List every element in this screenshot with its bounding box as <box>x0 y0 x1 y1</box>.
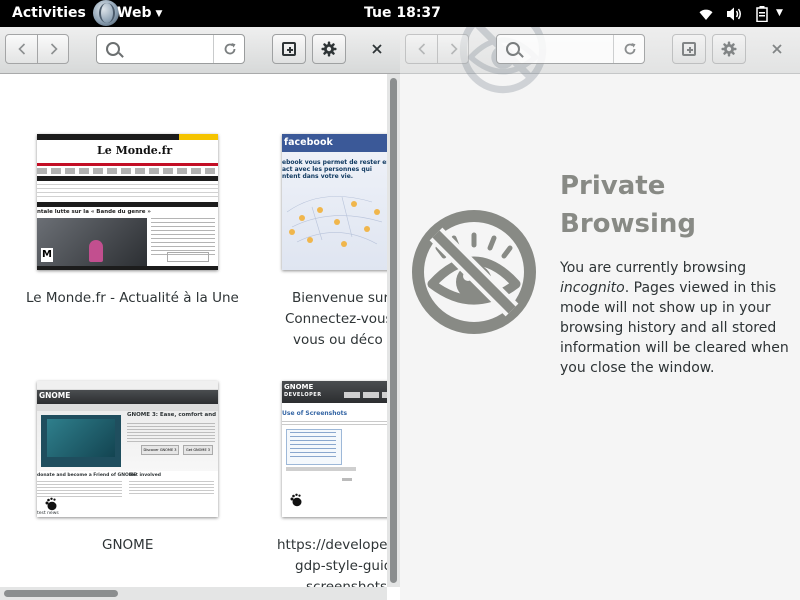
gnome-donate-heading: donate and become a Friend of GNOME <box>37 473 137 478</box>
back-button[interactable] <box>6 35 38 63</box>
scrollbar-thumb[interactable] <box>390 78 397 583</box>
gnome-foot-icon <box>290 493 302 507</box>
gear-icon <box>321 41 337 57</box>
developer-heading: Use of Screenshots <box>282 410 348 417</box>
scrollbar-thumb[interactable] <box>4 590 118 597</box>
facebook-text: ntent dans votre vie. <box>282 173 354 180</box>
close-button[interactable] <box>364 35 390 63</box>
header-bar <box>400 27 800 94</box>
reload-icon <box>624 43 635 55</box>
facebook-logo: facebook <box>284 137 333 148</box>
tile-title[interactable]: GNOME <box>102 535 153 556</box>
forward-button[interactable] <box>38 35 69 63</box>
horizontal-scrollbar[interactable] <box>0 587 387 600</box>
volume-icon[interactable] <box>726 6 744 22</box>
thumbnail-le-monde[interactable]: Le Monde.fr ntale lutte sur la « Bande d… <box>37 134 218 270</box>
tile-title[interactable]: screenshots. <box>306 577 387 587</box>
lemonde-logo: Le Monde.fr <box>97 144 173 157</box>
top-bar: Activities Web ▼ Tue 18:37 ▼ <box>0 0 800 27</box>
gear-icon <box>721 41 737 57</box>
tile-title[interactable]: gdp-style-guid <box>295 556 387 577</box>
private-browsing-description: You are currently browsing incognito. Pa… <box>560 258 792 378</box>
thumbnail-facebook[interactable]: facebook ebook vous permet de rester en … <box>282 134 387 270</box>
private-browsing-title: Private Browsing <box>560 167 760 243</box>
thumbnail-gnome[interactable]: GNOME GNOME 3: Ease, comfort and control… <box>37 381 218 517</box>
lemonde-headline: ntale lutte sur la « Bande du genre » <box>37 209 151 215</box>
gnome-foot-icon <box>45 497 57 511</box>
reload-button[interactable] <box>613 35 645 63</box>
address-bar <box>496 34 645 64</box>
close-icon <box>372 44 382 54</box>
gnome-logo: GNOME <box>39 391 71 400</box>
app-menu-button[interactable]: Web ▼ <box>117 5 162 21</box>
navigation-buttons <box>405 34 469 64</box>
system-menu-chevron-icon[interactable]: ▼ <box>776 8 783 18</box>
gnome-involved-heading: Get involved <box>129 473 161 478</box>
private-browser-window: Private Browsing You are currently brows… <box>400 27 800 600</box>
overview-grid: Le Monde.fr ntale lutte sur la « Bande d… <box>0 74 387 587</box>
wifi-icon[interactable] <box>698 6 714 22</box>
app-menu-label: Web <box>117 5 152 21</box>
activities-button[interactable]: Activities <box>12 5 86 21</box>
address-bar <box>96 34 245 64</box>
back-button[interactable] <box>406 35 438 63</box>
tile-title[interactable]: https://develope <box>277 535 387 556</box>
description-emphasis: incognito <box>560 280 625 296</box>
tile-title[interactable]: Le Monde.fr - Actualité à la Une <box>26 288 239 309</box>
gnome-discover-button: Discover GNOME 3 <box>141 445 179 455</box>
search-icon <box>506 42 520 56</box>
new-tab-icon <box>682 42 696 56</box>
thumbnail-gnome-developer[interactable]: GNOME DEVELOPER Use of Screenshots <box>282 381 387 517</box>
forward-button[interactable] <box>438 35 469 63</box>
chevron-right-icon <box>50 43 58 55</box>
url-input[interactable] <box>125 39 213 61</box>
gnome-headline: GNOME 3: Ease, comfort and control <box>127 412 218 418</box>
battery-icon[interactable] <box>756 6 768 22</box>
chevron-left-icon <box>417 43 425 55</box>
new-tab-button[interactable] <box>272 34 306 64</box>
vertical-scrollbar[interactable] <box>387 74 400 587</box>
close-icon <box>772 44 782 54</box>
private-title-line: Browsing <box>560 209 697 239</box>
url-input[interactable] <box>525 39 613 61</box>
gnome-get-button: Get GNOME 3 <box>183 445 213 455</box>
close-button[interactable] <box>764 35 790 63</box>
developer-logo-sub: DEVELOPER <box>284 392 322 398</box>
web-browser-icon[interactable] <box>93 0 119 26</box>
chevron-down-icon: ▼ <box>155 9 163 19</box>
new-tab-icon <box>282 42 296 56</box>
header-bar <box>0 27 400 74</box>
search-icon <box>106 42 120 56</box>
description-text: You are currently browsing <box>560 260 747 276</box>
tile-title[interactable]: vous ou déco <box>293 330 383 351</box>
facebook-network-graphic <box>286 196 383 247</box>
chevron-right-icon <box>450 43 458 55</box>
gnome-news-heading: test news <box>37 511 59 516</box>
navigation-buttons <box>5 34 69 64</box>
settings-button[interactable] <box>312 34 346 64</box>
tile-title[interactable]: Connectez-vous <box>285 309 387 330</box>
reload-button[interactable] <box>213 35 245 63</box>
settings-button[interactable] <box>712 34 746 64</box>
tile-title[interactable]: Bienvenue sur <box>292 288 387 309</box>
new-tab-button[interactable] <box>672 34 706 64</box>
reload-icon <box>224 43 235 55</box>
incognito-eye-icon <box>412 210 536 334</box>
browser-window: Le Monde.fr ntale lutte sur la « Bande d… <box>0 27 400 600</box>
clock[interactable]: Tue 18:37 <box>364 5 441 21</box>
chevron-left-icon <box>17 43 25 55</box>
private-title-line: Private <box>560 171 666 201</box>
